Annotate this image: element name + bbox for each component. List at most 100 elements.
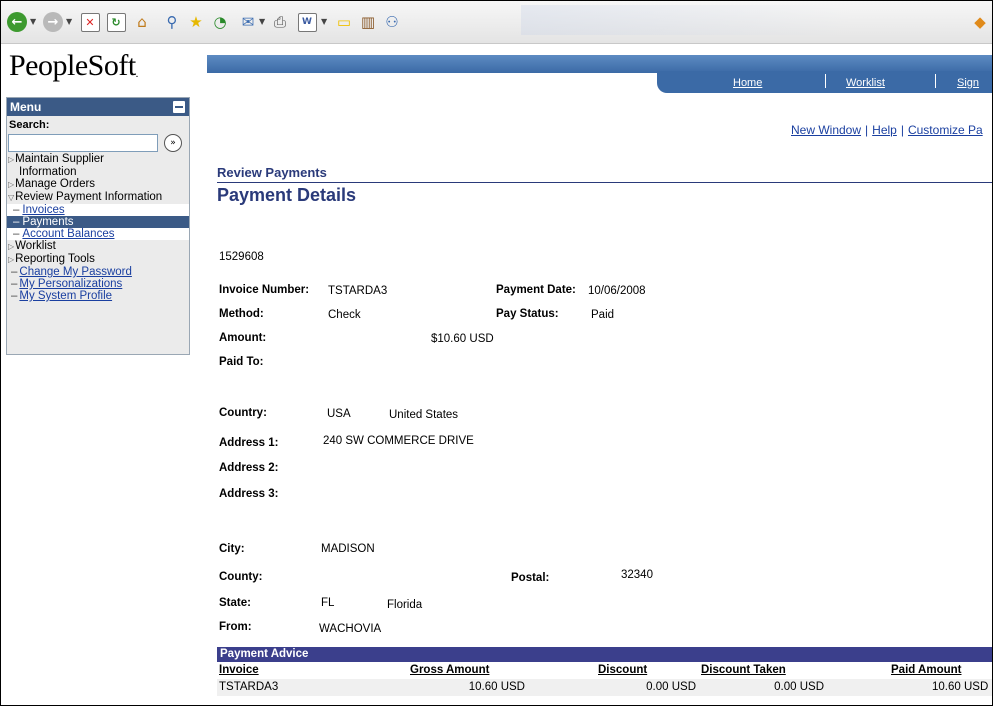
invoice-number-label: Invoice Number: bbox=[219, 284, 310, 296]
peoplesoft-logo: PeopleSoft. bbox=[9, 49, 138, 82]
page-links: New Window | Help | Customize Pa bbox=[791, 123, 983, 137]
menu-item-payments[interactable]: – Payments bbox=[7, 216, 189, 228]
menu-item-change-password[interactable]: – Change My Password bbox=[7, 266, 189, 278]
back-dropdown-icon[interactable]: ▼ bbox=[30, 17, 36, 26]
edit-word-icon[interactable]: W bbox=[296, 11, 318, 33]
amount-value: $10.60 USD bbox=[431, 333, 494, 345]
sidebar-menu: Menu Search: » ▷Maintain Supplier Inform… bbox=[6, 97, 190, 355]
search-label: Search: bbox=[9, 119, 50, 131]
from-value: WACHOVIA bbox=[319, 623, 382, 635]
discuss-note-icon[interactable]: ▭ bbox=[333, 11, 355, 33]
home-link[interactable]: Home bbox=[733, 77, 762, 89]
title-divider bbox=[217, 182, 992, 183]
home-icon[interactable]: ⌂ bbox=[131, 11, 153, 33]
country-label: Country: bbox=[219, 407, 267, 419]
method-value: Check bbox=[328, 309, 361, 321]
col-invoice[interactable]: Invoice bbox=[219, 664, 259, 676]
cell-discount-taken: 0.00 USD bbox=[774, 681, 824, 693]
table-row: TSTARDA3 10.60 USD 0.00 USD 0.00 USD 10.… bbox=[217, 679, 992, 696]
payment-date-label: Payment Date: bbox=[496, 284, 576, 296]
col-discount-taken[interactable]: Discount Taken bbox=[701, 664, 786, 676]
country-code: USA bbox=[327, 408, 351, 420]
forward-dropdown-icon[interactable]: ▼ bbox=[66, 17, 72, 26]
menu-item-account-balances[interactable]: – Account Balances bbox=[7, 228, 189, 240]
back-arrow-icon: ← bbox=[7, 12, 27, 32]
page-title: Payment Details bbox=[217, 185, 357, 205]
invoice-number-value: TSTARDA3 bbox=[328, 285, 388, 297]
menu-item-personalizations[interactable]: – My Personalizations bbox=[7, 278, 189, 290]
postal-label: Postal: bbox=[511, 572, 550, 584]
refresh-icon: ↻ bbox=[106, 12, 126, 32]
amount-label: Amount: bbox=[219, 332, 267, 344]
address2-label: Address 2: bbox=[219, 462, 279, 474]
method-label: Method: bbox=[219, 308, 264, 320]
grid-header-row: Invoice Gross Amount Discount Discount T… bbox=[217, 662, 992, 679]
menu-item-system-profile[interactable]: – My System Profile bbox=[7, 290, 189, 302]
help-link[interactable]: Help bbox=[872, 123, 897, 137]
county-label: County: bbox=[219, 571, 263, 583]
state-label: State: bbox=[219, 597, 251, 609]
search-go-icon[interactable]: » bbox=[164, 134, 182, 152]
address1-value: 240 SW COMMERCE DRIVE bbox=[323, 435, 474, 447]
country-name: United States bbox=[389, 409, 459, 421]
menu-item-maintain-supplier[interactable]: ▷Maintain Supplier bbox=[7, 153, 189, 166]
payment-date-value: 10/06/2008 bbox=[588, 285, 646, 297]
expand-triangle-icon: ▷ bbox=[8, 242, 15, 251]
search-icon[interactable]: ⚲ bbox=[161, 11, 183, 33]
forward-arrow-icon: → bbox=[43, 12, 63, 32]
address3-label: Address 3: bbox=[219, 488, 279, 500]
research-icon[interactable]: ▥ bbox=[357, 11, 379, 33]
collapse-icon[interactable] bbox=[173, 101, 185, 113]
refresh-button[interactable]: ↻ bbox=[105, 11, 127, 33]
breadcrumb: Review Payments bbox=[217, 165, 327, 180]
expand-triangle-icon: ▷ bbox=[8, 155, 15, 164]
state-code: FL bbox=[321, 597, 335, 609]
col-paid-amount[interactable]: Paid Amount bbox=[891, 664, 962, 676]
mail-icon[interactable]: ✉ bbox=[237, 11, 259, 33]
menu-item-worklist[interactable]: ▷Worklist bbox=[7, 240, 189, 253]
print-icon[interactable]: ⎙ bbox=[269, 11, 291, 33]
back-button[interactable]: ← bbox=[6, 11, 28, 33]
cell-paid-amount: 10.60 USD bbox=[932, 681, 989, 693]
collapse-triangle-icon: ▽ bbox=[8, 193, 15, 202]
paid-to-label: Paid To: bbox=[219, 356, 264, 368]
new-window-link[interactable]: New Window bbox=[791, 123, 861, 137]
header-nav: Home Worklist Sign bbox=[657, 71, 992, 93]
edit-dropdown-icon[interactable]: ▼ bbox=[321, 17, 327, 26]
expand-triangle-icon: ▷ bbox=[8, 180, 15, 189]
cell-invoice: TSTARDA3 bbox=[219, 681, 279, 693]
stop-button[interactable]: ✕ bbox=[79, 11, 101, 33]
menu-item-manage-orders[interactable]: ▷Manage Orders bbox=[7, 178, 189, 191]
menu-item-review-payment[interactable]: ▽Review Payment Information bbox=[7, 191, 189, 204]
mail-dropdown-icon[interactable]: ▼ bbox=[259, 17, 265, 26]
cell-discount: 0.00 USD bbox=[646, 681, 696, 693]
city-label: City: bbox=[219, 543, 245, 555]
favorites-star-icon[interactable]: ★ bbox=[185, 11, 207, 33]
cell-gross-amount: 10.60 USD bbox=[468, 681, 525, 693]
menu-item-invoices[interactable]: – Invoices bbox=[7, 204, 189, 216]
from-label: From: bbox=[219, 621, 252, 633]
browser-window: ← ▼ → ▼ ✕ ↻ ⌂ ⚲ ★ ◔ ✉ ▼ ⎙ W ▼ ▭ ▥ ⚇ ◆ Pe… bbox=[0, 0, 993, 706]
state-name: Florida bbox=[387, 599, 423, 611]
grid-title: Payment Advice bbox=[217, 647, 992, 662]
menu-item-reporting-tools[interactable]: ▷Reporting Tools bbox=[7, 253, 189, 266]
expand-triangle-icon: ▷ bbox=[8, 255, 15, 264]
messenger-icon[interactable]: ⚇ bbox=[381, 11, 403, 33]
col-discount[interactable]: Discount bbox=[598, 664, 647, 676]
customize-page-link[interactable]: Customize Pa bbox=[908, 123, 983, 137]
address1-label: Address 1: bbox=[219, 437, 279, 449]
pay-status-label: Pay Status: bbox=[496, 308, 559, 320]
forward-button[interactable]: → bbox=[42, 11, 64, 33]
windows-logo-icon: ◆ bbox=[974, 13, 986, 31]
menu-search-input[interactable] bbox=[8, 134, 158, 152]
stop-icon: ✕ bbox=[80, 12, 100, 32]
col-gross-amount[interactable]: Gross Amount bbox=[410, 664, 489, 676]
history-icon[interactable]: ◔ bbox=[209, 11, 231, 33]
city-value: MADISON bbox=[321, 543, 375, 555]
payment-id: 1529608 bbox=[219, 251, 264, 263]
payment-advice-grid: Payment Advice Invoice Gross Amount Disc… bbox=[217, 647, 992, 696]
menu-header: Menu bbox=[7, 98, 189, 116]
browser-toolbar: ← ▼ → ▼ ✕ ↻ ⌂ ⚲ ★ ◔ ✉ ▼ ⎙ W ▼ ▭ ▥ ⚇ ◆ bbox=[1, 1, 992, 44]
worklist-link[interactable]: Worklist bbox=[846, 77, 885, 89]
sign-out-link[interactable]: Sign bbox=[957, 77, 979, 89]
